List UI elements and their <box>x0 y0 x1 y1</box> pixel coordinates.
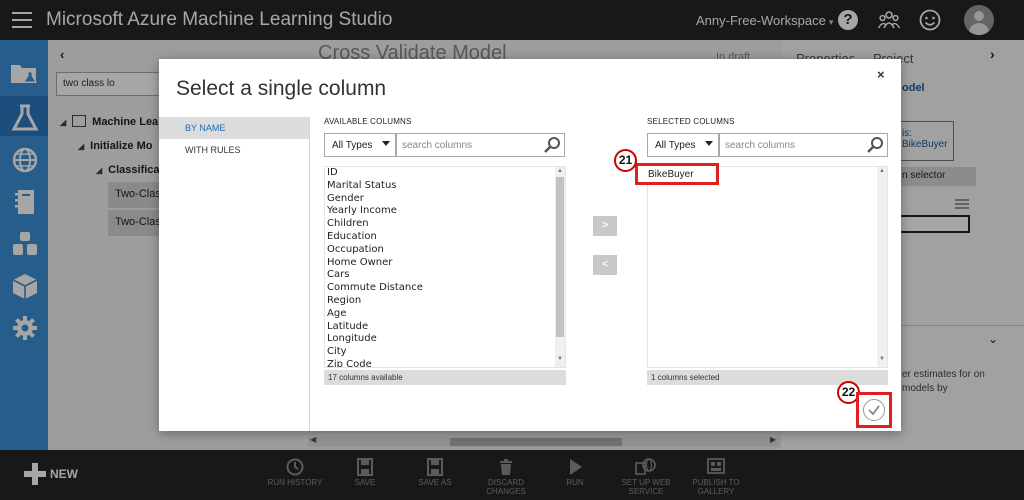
scroll-up-icon[interactable]: ▲ <box>879 168 885 174</box>
selected-column-item[interactable]: BikeBuyer <box>635 163 719 185</box>
list-item[interactable]: Marital Status <box>325 180 553 193</box>
list-item[interactable]: Commute Distance <box>325 282 553 295</box>
selected-search-placeholder: search columns <box>725 140 796 151</box>
column-selector-dialog: Select a single column × BY NAME WITH RU… <box>159 59 901 431</box>
selected-columns-header: SELECTED COLUMNS <box>647 117 735 126</box>
scroll-down-icon[interactable]: ▼ <box>879 356 885 362</box>
dropdown-arrow-icon <box>705 141 713 146</box>
list-item[interactable]: Longitude <box>325 333 553 346</box>
scroll-down-icon[interactable]: ▼ <box>557 356 563 362</box>
checkmark-icon <box>868 405 880 416</box>
list-item[interactable]: Home Owner <box>325 257 553 270</box>
scrollbar-thumb[interactable] <box>556 177 564 337</box>
selected-columns-list[interactable]: ▲ ▼ <box>647 166 888 368</box>
step-badge-21: 21 <box>614 149 637 172</box>
list-item[interactable]: City <box>325 346 553 359</box>
list-item[interactable]: Cars <box>325 269 553 282</box>
list-item[interactable]: Education <box>325 231 553 244</box>
list-item[interactable]: Yearly Income <box>325 205 553 218</box>
dialog-title: Select a single column <box>176 77 387 100</box>
available-vertical-scrollbar[interactable]: ▲ ▼ <box>555 167 565 367</box>
tab-with-rules[interactable]: WITH RULES <box>159 139 309 161</box>
close-icon[interactable]: × <box>877 67 885 82</box>
list-item[interactable]: Gender <box>325 193 553 206</box>
list-item[interactable]: ID <box>325 167 553 180</box>
list-item[interactable]: Latitude <box>325 321 553 334</box>
ok-button[interactable] <box>863 399 885 421</box>
available-type-filter[interactable]: All Types <box>324 133 396 157</box>
scroll-up-icon[interactable]: ▲ <box>557 168 563 174</box>
list-item[interactable]: Region <box>325 295 553 308</box>
list-item[interactable]: Occupation <box>325 244 553 257</box>
available-type-filter-value: All Types <box>332 140 373 151</box>
available-count: 17 columns available <box>324 370 566 385</box>
dialog-divider <box>309 117 310 431</box>
available-search-input[interactable]: search columns <box>396 133 565 157</box>
selected-type-filter[interactable]: All Types <box>647 133 719 157</box>
available-columns-list[interactable]: ID Marital Status Gender Yearly Income Child… <box>324 166 566 368</box>
move-right-button[interactable]: > <box>593 216 617 236</box>
list-item[interactable]: Age <box>325 308 553 321</box>
search-icon[interactable] <box>866 136 884 154</box>
list-item[interactable]: Zip Code <box>325 359 553 367</box>
dropdown-arrow-icon <box>382 141 390 146</box>
dialog-tabs: BY NAME WITH RULES <box>159 117 309 431</box>
ok-button-highlight <box>856 392 892 428</box>
selected-type-filter-value: All Types <box>655 140 696 151</box>
available-columns-header: AVAILABLE COLUMNS <box>324 117 412 126</box>
available-search-placeholder: search columns <box>402 140 473 151</box>
selected-vertical-scrollbar[interactable]: ▲ ▼ <box>877 167 887 367</box>
selected-search-input[interactable]: search columns <box>719 133 888 157</box>
move-left-button[interactable]: < <box>593 255 617 275</box>
list-item[interactable]: Children <box>325 218 553 231</box>
available-items-container: ID Marital Status Gender Yearly Income Child… <box>325 167 553 367</box>
tab-by-name[interactable]: BY NAME <box>159 117 309 139</box>
search-icon[interactable] <box>543 136 561 154</box>
